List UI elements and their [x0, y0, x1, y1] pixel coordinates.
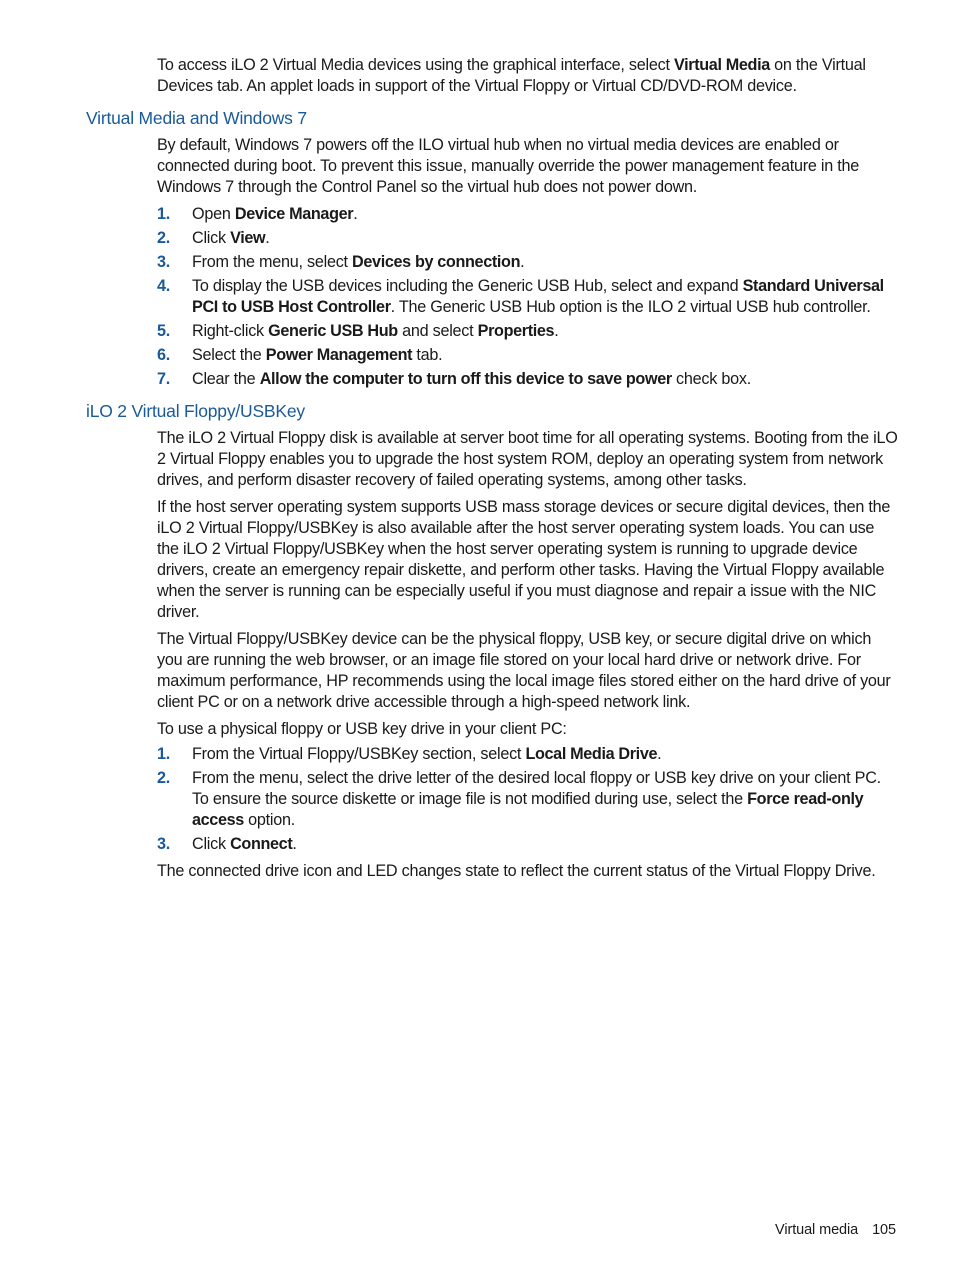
- ui-term: Devices by connection: [352, 253, 521, 271]
- page-content: To access iLO 2 Virtual Media devices us…: [86, 55, 899, 888]
- document-page: To access iLO 2 Virtual Media devices us…: [0, 0, 954, 1271]
- floppy-paragraph-boot: The iLO 2 Virtual Floppy disk is availab…: [157, 429, 898, 489]
- ui-term: Allow the computer to turn off this devi…: [259, 370, 672, 388]
- step-number: 7.: [157, 370, 171, 388]
- ui-term: Force read-only access: [192, 790, 864, 829]
- step-item: 2. Click View.: [157, 229, 270, 247]
- windows-7-steps: 1. Open Device Manager. 2. Click View. 3. Fro…: [157, 204, 899, 390]
- step-item: 5. Right-click Generic USB Hub and select…: [157, 322, 559, 340]
- intro-paragraph: To access iLO 2 Virtual Media devices us…: [157, 56, 866, 95]
- page-footer: Virtual media 105: [775, 1222, 896, 1238]
- step-item: 3. From the menu, select Devices by conne…: [157, 253, 525, 271]
- floppy-paragraph-device-sources: The Virtual Floppy/USBKey device can be …: [157, 630, 891, 711]
- section-heading-windows-7: Virtual Media and Windows 7: [86, 108, 307, 128]
- step-item: 3. Click Connect.: [157, 835, 297, 853]
- step-item: 2. From the menu, select the drive letter…: [157, 769, 881, 829]
- step-number: 2.: [157, 769, 171, 787]
- step-number: 1.: [157, 205, 171, 223]
- step-number: 5.: [157, 322, 171, 340]
- ui-term: Power Management: [265, 346, 413, 364]
- footer-section-title: Virtual media: [775, 1222, 859, 1238]
- floppy-paragraph-usb-mass-storage: If the host server operating system supp…: [157, 498, 891, 621]
- section-heading-virtual-floppy: iLO 2 Virtual Floppy/USBKey: [86, 401, 305, 421]
- page-number: 105: [872, 1222, 896, 1238]
- step-number: 3.: [157, 835, 171, 853]
- step-item: 1. From the Virtual Floppy/USBKey section…: [157, 745, 662, 763]
- step-number: 4.: [157, 277, 171, 295]
- step-item: 7. Clear the Allow the computer to turn o…: [157, 370, 751, 388]
- ui-term: Device Manager: [234, 205, 354, 223]
- ui-term: View: [230, 229, 266, 247]
- floppy-paragraph-steps-intro: To use a physical floppy or USB key driv…: [157, 720, 567, 738]
- step-item: 6. Select the Power Management tab.: [157, 346, 443, 364]
- step-number: 2.: [157, 229, 171, 247]
- ui-term: Connect: [230, 835, 293, 853]
- windows-7-paragraph: By default, Windows 7 powers off the ILO…: [157, 136, 860, 196]
- step-number: 1.: [157, 745, 171, 763]
- step-number: 6.: [157, 346, 171, 364]
- ui-term: Virtual Media: [673, 56, 770, 74]
- floppy-steps: 1. From the Virtual Floppy/USBKey section…: [157, 744, 899, 855]
- ui-term: Local Media Drive: [525, 745, 658, 763]
- step-item: 1. Open Device Manager.: [157, 205, 358, 223]
- step-item: 4. To display the USB devices including t…: [157, 277, 884, 316]
- ui-term: Generic USB Hub: [268, 322, 398, 340]
- step-number: 3.: [157, 253, 171, 271]
- floppy-closing-paragraph: The connected drive icon and LED changes…: [157, 862, 876, 880]
- ui-term: Standard Universal PCI to USB Host Contr…: [192, 277, 884, 316]
- ui-term: Properties: [477, 322, 555, 340]
